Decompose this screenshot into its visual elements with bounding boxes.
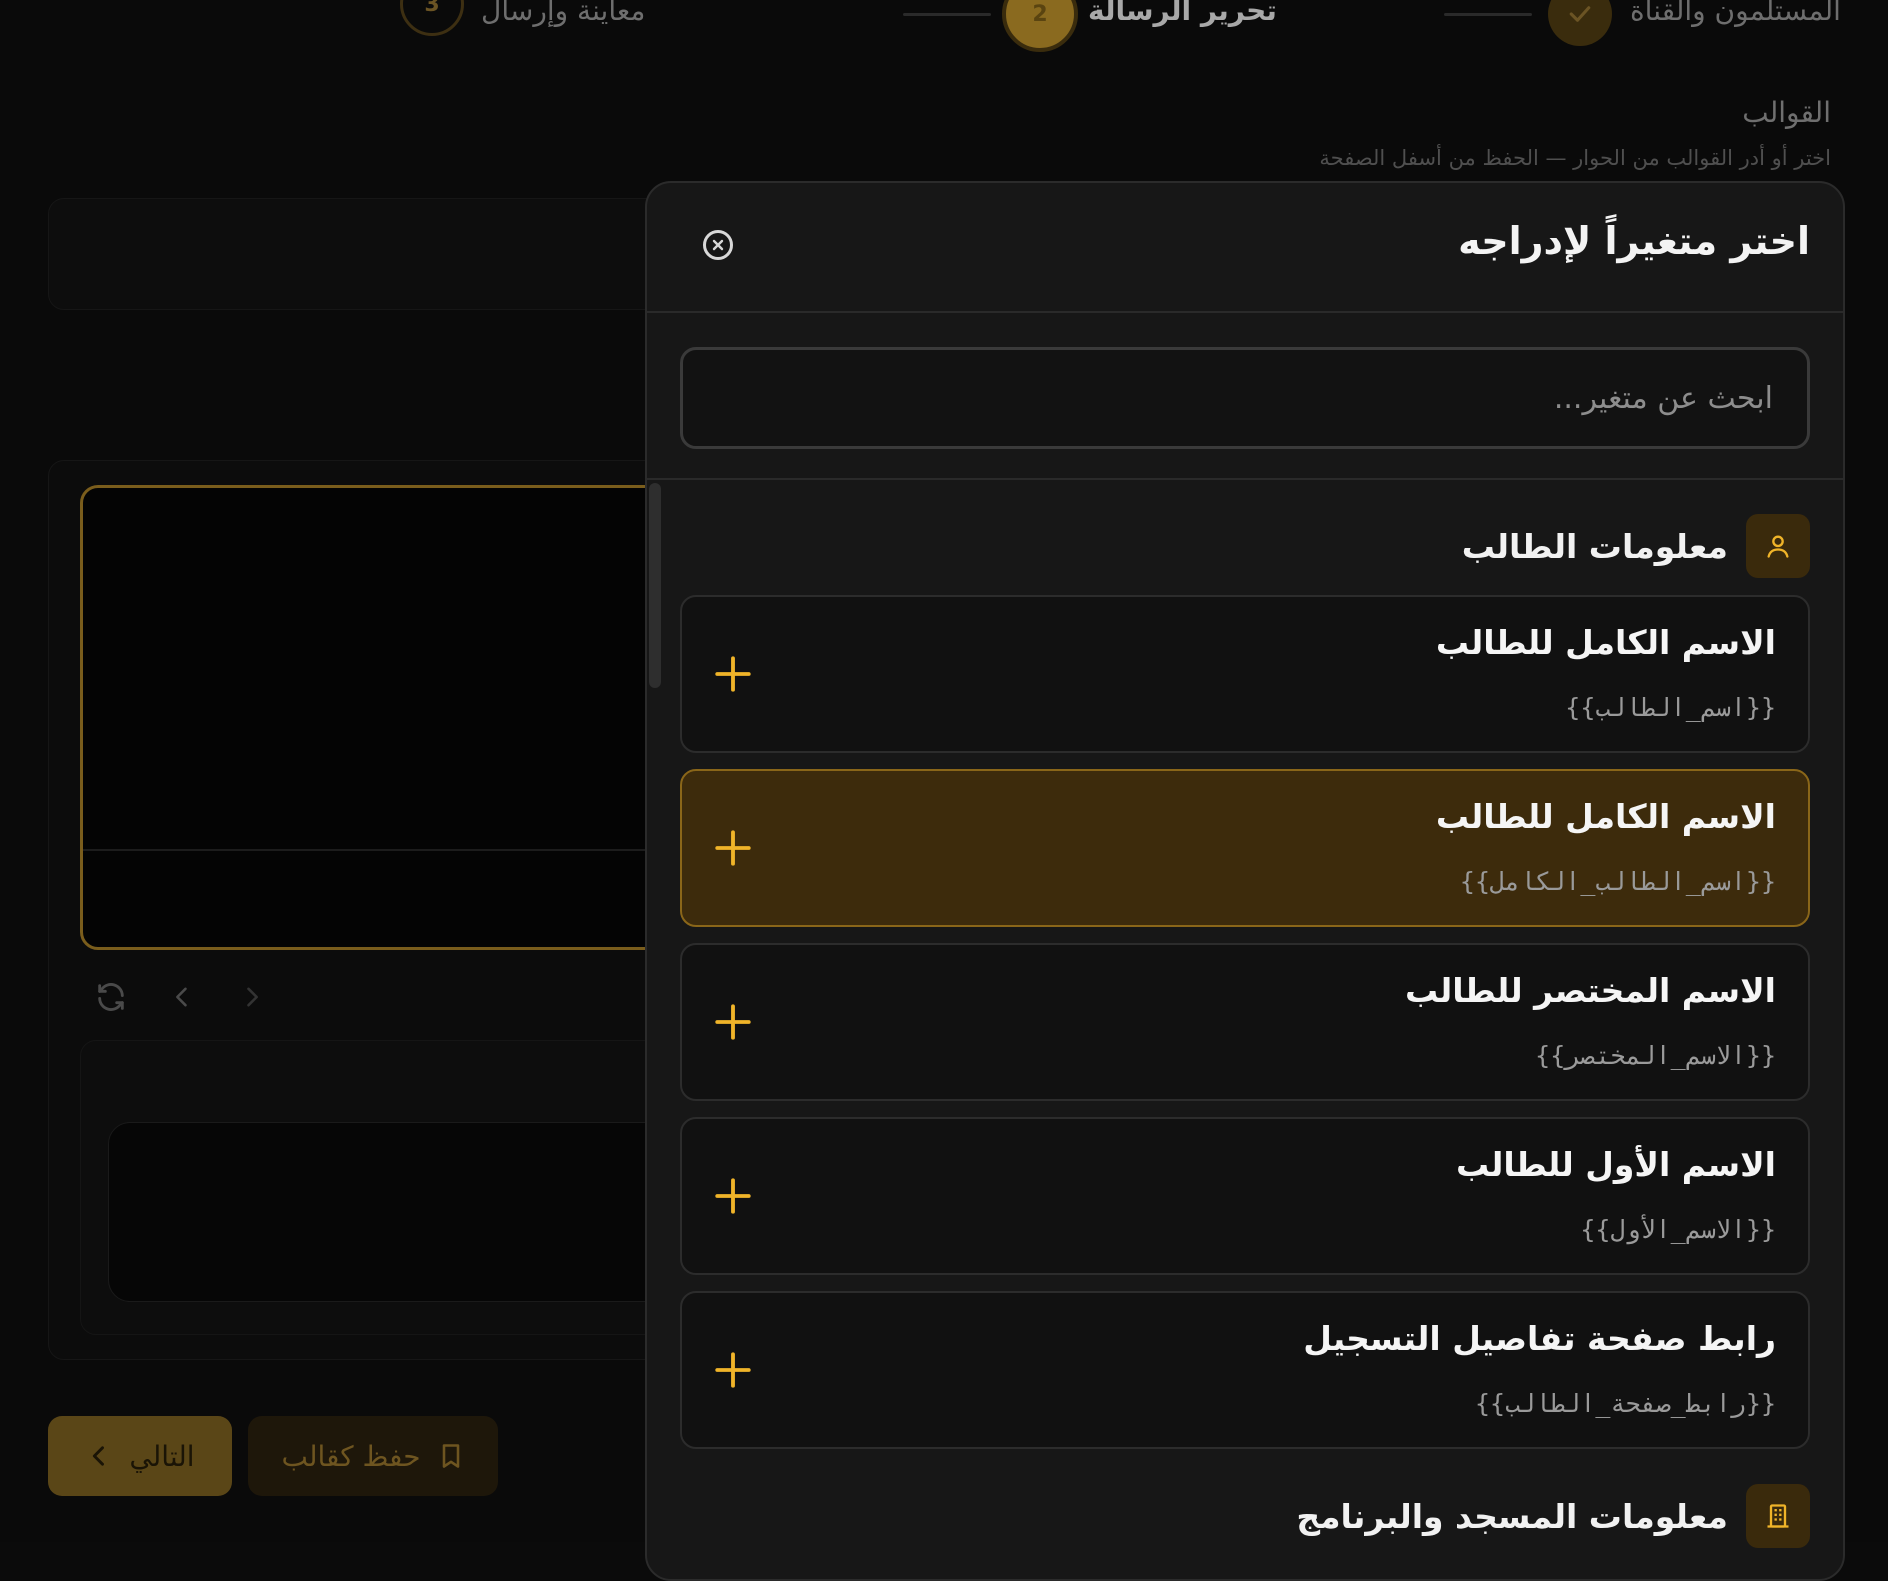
step-circle-recipients[interactable] [1548, 0, 1612, 46]
variable-name: رابط صفحة تفاصيل التسجيل [1303, 1319, 1776, 1358]
plus-icon[interactable] [712, 653, 754, 695]
plus-icon[interactable] [712, 1349, 754, 1391]
step-circle-edit[interactable]: 2 [1002, 0, 1078, 52]
plus-icon[interactable] [712, 1175, 754, 1217]
group-header-mosque: معلومات المسجد والبرنامج [680, 1483, 1810, 1549]
plus-icon[interactable] [712, 1001, 754, 1043]
bookmark-icon [437, 1442, 465, 1470]
step-connector [1444, 13, 1532, 16]
step-connector [903, 13, 991, 16]
variable-item-highlighted[interactable]: الاسم الكامل للطالب {{اسم_الطالب_الكامل}… [680, 769, 1810, 927]
chevron-left-icon [85, 1442, 113, 1470]
variable-token: {{رابط_صفحة_الطالب}} [1475, 1389, 1776, 1418]
close-icon [711, 238, 725, 252]
variable-item[interactable]: الاسم الكامل للطالب {{اسم_الطالب}} [680, 595, 1810, 753]
search-section [647, 313, 1843, 480]
section-subtitle: اختر أو أدر القوالب من الحوار — الحفظ من… [1319, 146, 1831, 170]
modal-title: اختر متغيراً لإدراجه [1458, 219, 1810, 263]
variable-item[interactable]: الاسم المختصر للطالب {{الاسم_المختصر}} [680, 943, 1810, 1101]
close-button[interactable] [703, 230, 733, 260]
variable-token: {{اسم_الطالب}} [1565, 693, 1776, 722]
variable-item[interactable]: رابط صفحة تفاصيل التسجيل {{رابط_صفحة_الط… [680, 1291, 1810, 1449]
variable-token: {{اسم_الطالب_الكامل}} [1460, 867, 1776, 896]
section-title: القوالب [1742, 96, 1831, 129]
variable-token: {{الاسم_الأول}} [1580, 1215, 1776, 1244]
modal-header: اختر متغيراً لإدراجه [647, 183, 1843, 313]
step-label-edit[interactable]: تحرير الرسالة [1088, 0, 1277, 27]
plus-icon[interactable] [712, 827, 754, 869]
variable-picker-modal: اختر متغيراً لإدراجه معلومات الطالب الاس… [645, 181, 1845, 1581]
scrollbar-thumb[interactable] [649, 483, 661, 688]
variable-list: معلومات الطالب الاسم الكامل للطالب {{اسم… [680, 513, 1810, 1549]
next-button-label: التالي [129, 1440, 194, 1473]
next-button[interactable]: التالي [48, 1416, 232, 1496]
group-label: معلومات الطالب [1462, 527, 1728, 566]
step-label-preview[interactable]: معاينة وإرسال [481, 0, 645, 27]
save-template-button[interactable]: حفظ كقالب [248, 1416, 498, 1496]
step-label-recipients[interactable]: المستلمون والقناة [1630, 0, 1841, 27]
check-icon [1565, 0, 1595, 29]
variable-item[interactable]: الاسم الأول للطالب {{الاسم_الأول}} [680, 1117, 1810, 1275]
building-icon [1746, 1484, 1810, 1548]
variable-name: الاسم الأول للطالب [1456, 1145, 1776, 1184]
group-label: معلومات المسجد والبرنامج [1296, 1497, 1728, 1536]
variable-name: الاسم المختصر للطالب [1405, 971, 1776, 1010]
user-icon [1746, 514, 1810, 578]
refresh-icon[interactable] [94, 980, 128, 1014]
variable-name: الاسم الكامل للطالب [1436, 797, 1776, 836]
stepper: معاينة وإرسال 3 2 تحرير الرسالة المستلمو… [0, 0, 1888, 60]
save-template-label: حفظ كقالب [282, 1440, 421, 1473]
chevron-right-icon[interactable] [238, 980, 266, 1014]
variable-name: الاسم الكامل للطالب [1436, 623, 1776, 662]
variable-search-input[interactable] [680, 347, 1810, 449]
step-circle-preview[interactable]: 3 [400, 0, 464, 36]
group-header-student: معلومات الطالب [680, 513, 1810, 579]
chevron-left-icon[interactable] [168, 980, 196, 1014]
variable-token: {{الاسم_المختصر}} [1535, 1041, 1776, 1070]
